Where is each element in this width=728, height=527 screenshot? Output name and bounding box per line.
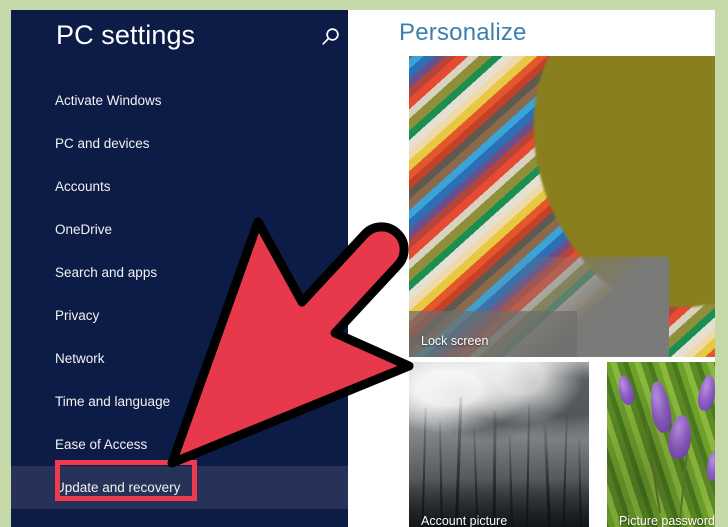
tile-label-account-picture: Account picture xyxy=(421,514,508,527)
tile-lock-screen[interactable]: Lock screen xyxy=(409,56,715,357)
personalize-pane: Personalize Lock screen Account picture … xyxy=(348,10,715,527)
tile-picture-password[interactable]: Picture password xyxy=(607,362,715,527)
tile-account-picture[interactable]: Account picture xyxy=(409,362,589,527)
settings-nav-list: Activate Windows PC and devices Accounts… xyxy=(11,79,348,509)
sidebar-item-time-and-language[interactable]: Time and language xyxy=(11,380,348,423)
account-picture-photo xyxy=(409,362,589,464)
sidebar-item-accounts[interactable]: Accounts xyxy=(11,165,348,208)
sidebar-item-update-and-recovery[interactable]: Update and recovery xyxy=(11,466,348,509)
sidebar-item-search-and-apps[interactable]: Search and apps xyxy=(11,251,348,294)
tile-label-lock-screen: Lock screen xyxy=(421,334,489,348)
content-title: Personalize xyxy=(399,19,527,46)
sidebar-item-pc-and-devices[interactable]: PC and devices xyxy=(11,122,348,165)
settings-sidebar: PC settings Activate Windows PC and devi… xyxy=(11,10,348,527)
sidebar-item-ease-of-access[interactable]: Ease of Access xyxy=(11,423,348,466)
sidebar-item-onedrive[interactable]: OneDrive xyxy=(11,208,348,251)
pc-settings-window: PC settings Activate Windows PC and devi… xyxy=(11,10,715,527)
search-icon[interactable] xyxy=(314,23,344,53)
screenshot-root: PC settings Activate Windows PC and devi… xyxy=(0,0,728,527)
sidebar-item-activate-windows[interactable]: Activate Windows xyxy=(11,79,348,122)
page-title: PC settings xyxy=(56,20,196,50)
picture-password-photo xyxy=(607,362,715,527)
sidebar-item-privacy[interactable]: Privacy xyxy=(11,294,348,337)
tile-label-picture-password: Picture password xyxy=(619,514,715,527)
sidebar-item-network[interactable]: Network xyxy=(11,337,348,380)
